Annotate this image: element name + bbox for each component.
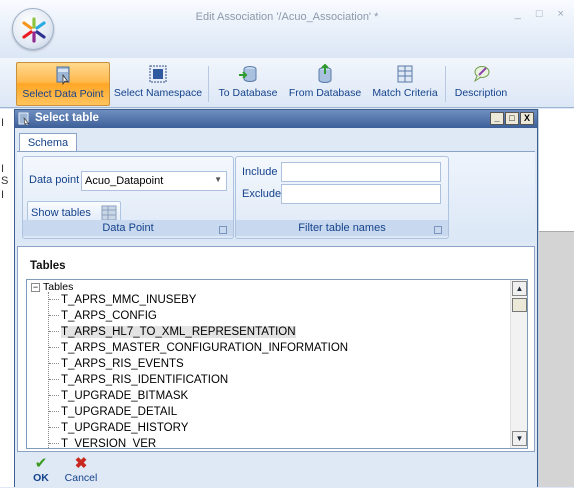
maximize-button[interactable]: □ (505, 112, 519, 125)
close-button[interactable]: X (520, 112, 534, 125)
window-controls[interactable]: _ □ × (515, 8, 570, 20)
from-database-button[interactable]: From Database (285, 62, 365, 106)
vertical-scrollbar[interactable]: ▲ ▼ (510, 280, 527, 448)
chevron-down-icon: ▼ (214, 175, 222, 184)
to-database-label: To Database (218, 87, 278, 99)
select-data-point-button[interactable]: Select Data Point (16, 62, 110, 106)
window-title-bar: Edit Association '/Acuo_Association' * _… (0, 0, 574, 58)
scroll-up-icon[interactable]: ▲ (512, 281, 527, 296)
collapse-icon[interactable]: − (31, 283, 40, 292)
tables-panel: Tables − Tables T_APRS_MMC_INUSEBY T_ARPS… (17, 246, 535, 452)
exclude-input[interactable] (281, 184, 441, 204)
to-database-icon (239, 66, 257, 82)
tab-schema[interactable]: Schema (19, 133, 77, 152)
data-point-dialog-launcher-icon[interactable] (219, 226, 227, 234)
from-database-icon (318, 64, 332, 83)
clipped-text: I (1, 189, 5, 201)
clipped-text: I (1, 117, 5, 129)
data-point-group: Data point Acuo_Datapoint ▼ Show tables … (22, 156, 234, 239)
exclude-label: Exclude (242, 188, 282, 200)
tree-item[interactable]: T_VERSION_VER (49, 438, 156, 448)
window-title: Edit Association '/Acuo_Association' * (195, 11, 379, 23)
cancel-button[interactable]: ✖ Cancel (61, 455, 101, 485)
data-point-group-label: Data Point (23, 220, 233, 236)
data-point-dropdown[interactable]: Acuo_Datapoint ▼ (81, 171, 227, 191)
tables-tree[interactable]: − Tables T_APRS_MMC_INUSEBY T_ARPS_CONFIG… (26, 279, 528, 449)
tree-item[interactable]: T_ARPS_MASTER_CONFIGURATION_INFORMATION (49, 342, 348, 357)
scrollbar-thumb[interactable] (512, 298, 527, 312)
dialog-title-bar[interactable]: Select table _ □ X (15, 110, 537, 128)
match-criteria-button[interactable]: Match Criteria (368, 62, 442, 106)
scroll-down-icon[interactable]: ▼ (512, 431, 527, 446)
ok-button[interactable]: ✔ OK (29, 455, 53, 485)
minimize-button[interactable]: _ (490, 112, 504, 125)
checkmark-icon: ✔ (34, 455, 48, 472)
tree-item-selected[interactable]: T_ARPS_HL7_TO_XML_REPRESENTATION (49, 326, 296, 341)
dialog-title: Select table (35, 112, 99, 124)
filter-dialog-launcher-icon[interactable] (434, 226, 442, 234)
tree-item[interactable]: T_ARPS_RIS_IDENTIFICATION (49, 374, 228, 389)
select-data-point-label: Select Data Point (22, 88, 104, 100)
select-table-dialog: Select table _ □ X Schema Data point Acu… (14, 109, 538, 488)
from-database-label: From Database (288, 87, 362, 99)
tree-item[interactable]: T_UPGRADE_HISTORY (49, 422, 188, 437)
tree-item[interactable]: T_ARPS_RIS_EVENTS (49, 358, 184, 373)
select-namespace-label: Select Namespace (113, 87, 203, 99)
include-input[interactable] (281, 162, 441, 182)
data-point-label: Data point (29, 174, 80, 186)
table-select-icon (56, 66, 70, 85)
ribbon-separator (208, 66, 209, 102)
show-tables-label: Show tables (31, 207, 91, 219)
description-button[interactable]: Description (450, 62, 512, 106)
tree-root-node[interactable]: − Tables (31, 281, 73, 293)
select-namespace-button[interactable]: Select Namespace (112, 62, 204, 106)
ribbon-separator (445, 66, 446, 102)
description-icon (473, 66, 490, 83)
filter-group-label: Filter table names (236, 220, 448, 236)
cancel-label: Cancel (64, 472, 98, 484)
match-criteria-icon (397, 65, 413, 83)
dialog-window-controls: _ □ X (490, 112, 534, 125)
table-select-icon (18, 112, 30, 125)
main-content-right-edge (538, 109, 574, 487)
main-content-left-edge: I I S I (0, 109, 14, 487)
tree-item[interactable]: T_UPGRADE_BITMASK (49, 390, 188, 405)
cancel-x-icon: ✖ (74, 455, 88, 472)
tables-heading: Tables (30, 260, 66, 272)
filter-table-names-group: Include Exclude Filter table names (235, 156, 449, 239)
dialog-footer: ✔ OK ✖ Cancel (17, 454, 535, 488)
clipped-text: I (1, 163, 5, 175)
tree-item[interactable]: T_APRS_MMC_INUSEBY (49, 294, 196, 309)
main-content-grey-area (539, 231, 574, 487)
ribbon-toolbar: Select Data Point Select Namespace To Da… (0, 58, 574, 108)
tree-item[interactable]: T_ARPS_CONFIG (49, 310, 157, 325)
match-criteria-label: Match Criteria (372, 87, 438, 99)
include-label: Include (242, 166, 278, 178)
tree-item[interactable]: T_UPGRADE_DETAIL (49, 406, 177, 421)
to-database-button[interactable]: To Database (213, 62, 283, 106)
namespace-icon (149, 65, 167, 83)
description-label: Description (454, 87, 508, 99)
schema-ribbon-panel: Data point Acuo_Datapoint ▼ Show tables … (17, 151, 535, 242)
clipped-text: S (1, 175, 9, 187)
data-point-value: Acuo_Datapoint (85, 175, 164, 187)
ok-label: OK (33, 472, 49, 484)
